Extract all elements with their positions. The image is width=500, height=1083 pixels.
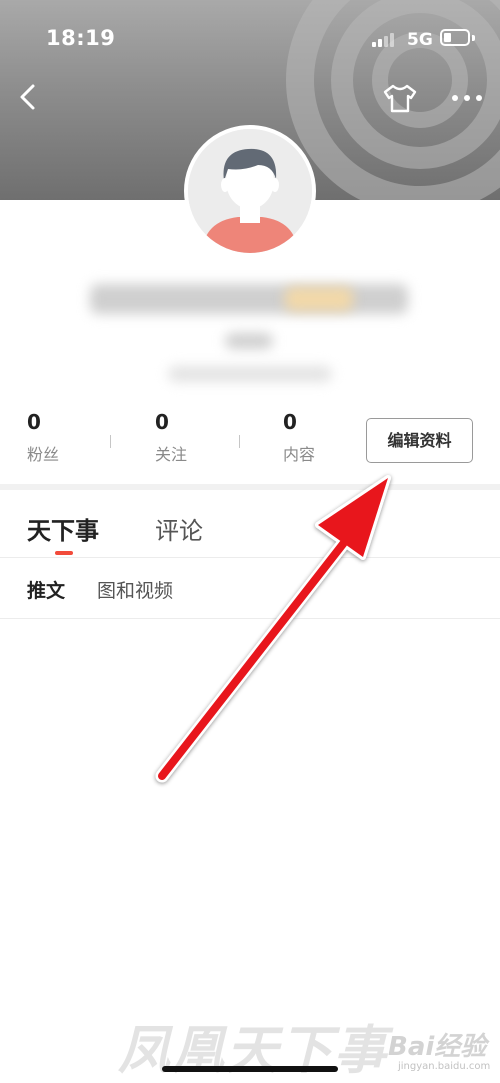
home-indicator[interactable] bbox=[162, 1066, 338, 1072]
baidu-watermark: Bai经验 bbox=[388, 1032, 487, 1062]
red-arrow-annotation bbox=[155, 475, 391, 783]
baidu-watermark-url: jingyan.baidu.com bbox=[398, 1061, 491, 1072]
